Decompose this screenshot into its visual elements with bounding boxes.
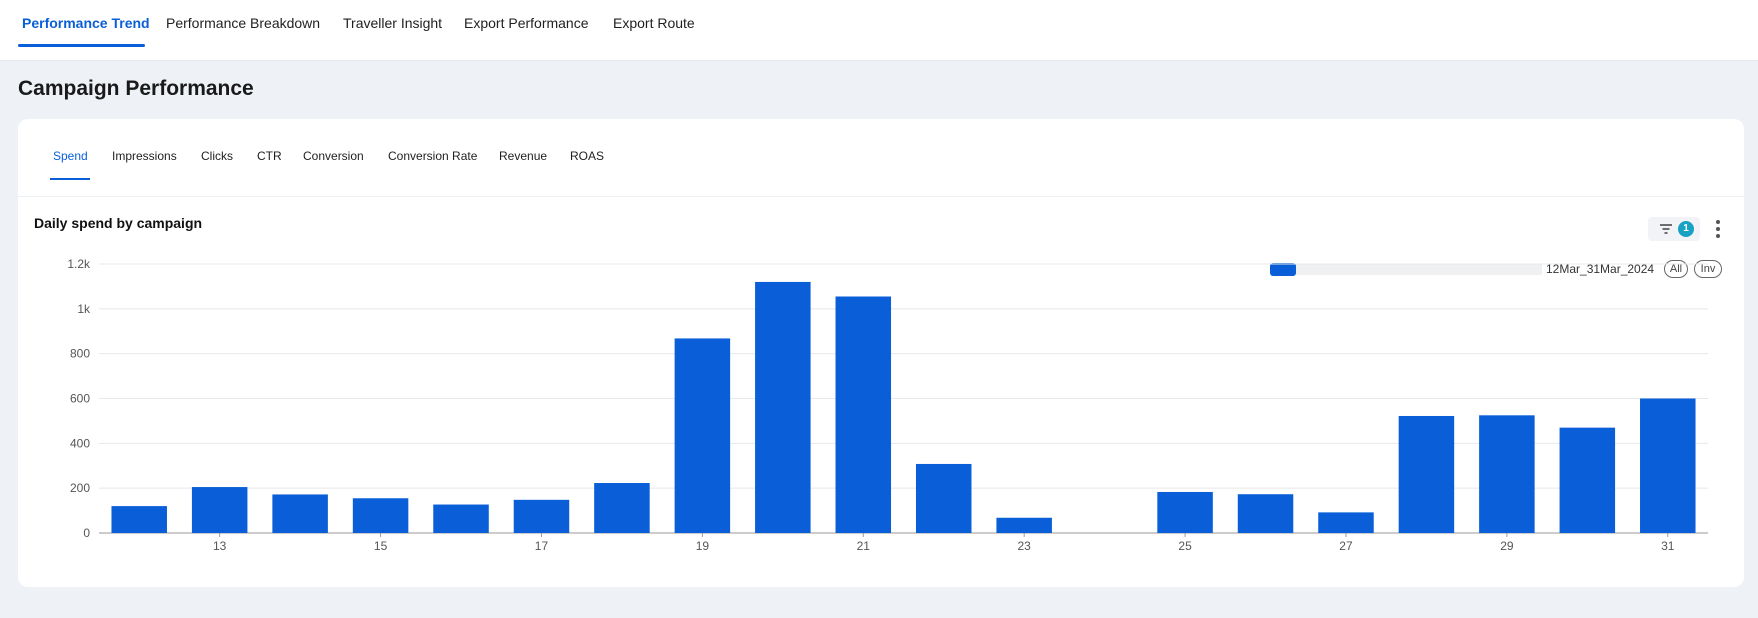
bar-day-27[interactable] [1318, 512, 1374, 533]
x-tick-label: 23 [1017, 539, 1031, 553]
bar-day-14[interactable] [272, 494, 328, 533]
bar-day-13[interactable] [191, 487, 248, 533]
bar-day-19[interactable] [674, 338, 731, 533]
y-tick-label: 0 [83, 526, 90, 540]
tab-performance-trend[interactable]: Performance Trend [22, 15, 150, 31]
bar-day-28[interactable] [1398, 415, 1455, 533]
bar-chart: 0 200 400 600 800 1k 1.2k 13 15 17 19 21 23 25 27 29 31 [67, 257, 1708, 553]
x-tick-label: 19 [696, 539, 710, 553]
page-title: Campaign Performance [18, 77, 254, 100]
y-tick-label: 1.2k [67, 257, 91, 271]
x-tick-label: 31 [1661, 539, 1675, 553]
bar-day-16[interactable] [433, 504, 489, 533]
y-tick-label: 200 [70, 481, 90, 495]
active-tab-indicator [18, 44, 145, 47]
bar-day-31[interactable] [1640, 398, 1696, 534]
bar-day-30[interactable] [1559, 427, 1616, 533]
top-navigation: Performance Trend Performance Breakdown … [0, 0, 1758, 61]
x-tick-label: 29 [1500, 539, 1514, 553]
y-tick-label: 400 [70, 436, 90, 450]
bar-day-21[interactable] [835, 296, 892, 533]
bar-day-22[interactable] [915, 463, 972, 533]
y-tick-label: 800 [70, 347, 90, 361]
y-tick-label: 1k [77, 302, 91, 316]
x-tick-label: 27 [1339, 539, 1353, 553]
bar-day-17[interactable] [513, 499, 570, 533]
tab-export-performance[interactable]: Export Performance [464, 15, 589, 31]
tab-traveller-insight[interactable]: Traveller Insight [343, 15, 442, 31]
tab-export-route[interactable]: Export Route [613, 15, 695, 31]
y-tick-label: 600 [70, 392, 90, 406]
x-tick-label: 13 [213, 539, 227, 553]
bar-day-20[interactable] [755, 281, 811, 533]
x-tick-label: 17 [535, 539, 549, 553]
bar-day-26[interactable] [1237, 494, 1294, 533]
bar-day-18[interactable] [594, 483, 650, 533]
x-tick-label: 21 [857, 539, 871, 553]
bar-day-29[interactable] [1479, 415, 1535, 533]
bar-day-23[interactable] [996, 517, 1052, 533]
bar-day-12[interactable] [111, 506, 167, 533]
x-tick-label: 25 [1178, 539, 1192, 553]
x-tick-label: 15 [374, 539, 388, 553]
bar-day-15[interactable] [352, 498, 409, 533]
tab-performance-breakdown[interactable]: Performance Breakdown [166, 15, 320, 31]
bar-day-25[interactable] [1157, 491, 1213, 533]
chart-card: Spend Impressions Clicks CTR Conversion … [18, 119, 1744, 587]
